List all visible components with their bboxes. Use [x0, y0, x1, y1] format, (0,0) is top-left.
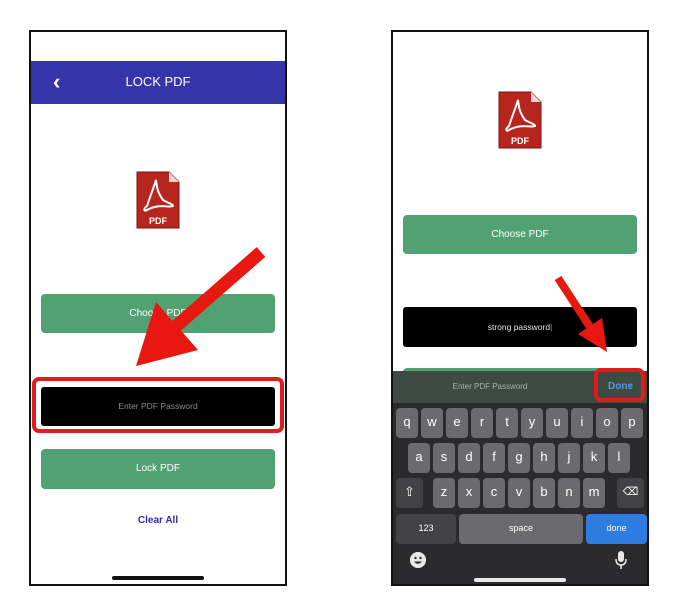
right-red-arrow: [554, 275, 607, 352]
annotation-arrows: [136, 247, 607, 366]
left-red-arrow: [136, 247, 266, 366]
